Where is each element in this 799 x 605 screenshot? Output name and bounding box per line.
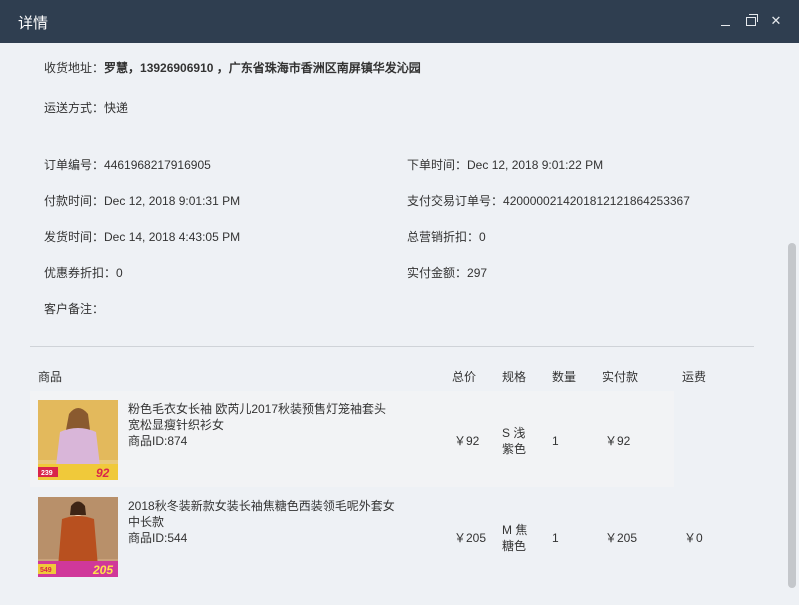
- header-product: 商品: [38, 370, 63, 384]
- product-name: 2018秋冬装新款女装长袖焦糖色西装领毛呢外套女中长款: [128, 499, 395, 529]
- coupon-discount-label: 优惠券折扣：: [44, 266, 117, 280]
- marketing-discount-value: 0: [479, 230, 486, 244]
- close-button[interactable]: ✕: [766, 11, 786, 31]
- product-thumbnail: 549 205: [38, 497, 118, 577]
- product-total: ￥205: [454, 531, 487, 545]
- order-number-value: 4461968217916905: [104, 158, 211, 172]
- product-qty: 1: [552, 434, 559, 448]
- product-row: 549 205 2018秋冬装新款女装长袖焦糖色西装领毛呢外套女中长款 商品ID…: [30, 488, 703, 584]
- close-icon: ✕: [770, 13, 782, 28]
- product-info: 2018秋冬装新款女装长袖焦糖色西装领毛呢外套女中长款 商品ID:544: [128, 498, 398, 546]
- product-shipping: ￥0: [684, 531, 703, 545]
- product-row: 239 92 粉色毛衣女长袖 欧芮儿2017秋装预售灯笼袖套头宽松显瘦针织衫女 …: [30, 391, 674, 487]
- section-divider: [30, 346, 754, 347]
- coupon-discount-value: 0: [116, 266, 123, 280]
- trade-number-row: 支付交易订单号：4200000214201812121864253367: [407, 192, 690, 209]
- product-name: 粉色毛衣女长袖 欧芮儿2017秋装预售灯笼袖套头宽松显瘦针织衫女: [128, 402, 387, 432]
- product-spec: M 焦糖色: [502, 523, 528, 553]
- minimize-button[interactable]: [715, 11, 735, 31]
- header-paid: 实付款: [602, 370, 639, 384]
- trade-number-label: 支付交易订单号：: [407, 194, 504, 208]
- order-number-row: 订单编号：4461968217916905: [44, 156, 211, 173]
- maximize-button[interactable]: [741, 11, 761, 31]
- address-row: 收货地址：罗慧，13926906910 ，广东省珠海市香洲区南屏镇华发沁园: [44, 59, 421, 76]
- product-spec: S 浅紫色: [502, 426, 527, 456]
- product-paid: ￥92: [605, 434, 631, 448]
- address-label: 收货地址：: [44, 61, 105, 75]
- shipping-method-label: 运送方式：: [44, 101, 105, 115]
- detail-content: 收货地址：罗慧，13926906910 ，广东省珠海市香洲区南屏镇华发沁园 运送…: [0, 43, 785, 605]
- marketing-discount-row: 总营销折扣：0: [407, 228, 486, 245]
- thumb-old-price: 239: [41, 470, 53, 477]
- coupon-discount-row: 优惠券折扣：0: [44, 264, 123, 281]
- product-paid: ￥205: [605, 531, 638, 545]
- product-qty: 1: [552, 531, 559, 545]
- payment-time-row: 付款时间：Dec 12, 2018 9:01:31 PM: [44, 192, 240, 209]
- vertical-scrollbar[interactable]: [785, 43, 799, 605]
- maximize-icon: [746, 13, 758, 26]
- ship-time-value: Dec 14, 2018 4:43:05 PM: [104, 230, 241, 244]
- header-spec: 规格: [502, 370, 527, 384]
- payment-time-value: Dec 12, 2018 9:01:31 PM: [104, 194, 241, 208]
- marketing-discount-label: 总营销折扣：: [407, 230, 480, 244]
- minimize-icon: [720, 24, 730, 26]
- thumb-old-price: 549: [40, 567, 52, 574]
- header-qty: 数量: [552, 370, 577, 384]
- product-info: 粉色毛衣女长袖 欧芮儿2017秋装预售灯笼袖套头宽松显瘦针织衫女 商品ID:87…: [128, 401, 398, 449]
- header-shipping: 运费: [682, 370, 707, 384]
- product-total: ￥92: [454, 434, 480, 448]
- thumb-price: 205: [92, 563, 113, 577]
- order-time-label: 下单时间：: [407, 158, 468, 172]
- order-number-label: 订单编号：: [44, 158, 105, 172]
- order-detail-window: 详情 ✕ 收货地址：罗慧，13926906910 ，广东省珠海市香洲区南屏镇华发…: [0, 0, 799, 605]
- customer-note-label: 客户备注：: [44, 302, 105, 316]
- trade-number-value: 4200000214201812121864253367: [503, 194, 690, 208]
- thumb-price: 92: [96, 466, 110, 480]
- address-value: 罗慧，13926906910 ，广东省珠海市香洲区南屏镇华发沁园: [104, 61, 421, 75]
- customer-note-row: 客户备注：: [44, 300, 104, 317]
- payment-time-label: 付款时间：: [44, 194, 105, 208]
- product-id: 商品ID:874: [128, 434, 188, 448]
- order-time-value: Dec 12, 2018 9:01:22 PM: [467, 158, 604, 172]
- paid-amount-label: 实付金额：: [407, 266, 468, 280]
- paid-amount-value: 297: [467, 266, 488, 280]
- order-time-row: 下单时间：Dec 12, 2018 9:01:22 PM: [407, 156, 603, 173]
- ship-time-row: 发货时间：Dec 14, 2018 4:43:05 PM: [44, 228, 240, 245]
- product-thumbnail: 239 92: [38, 400, 118, 480]
- product-id: 商品ID:544: [128, 531, 188, 545]
- title-bar: 详情 ✕: [0, 0, 799, 43]
- shipping-method-row: 运送方式：快递: [44, 99, 128, 116]
- ship-time-label: 发货时间：: [44, 230, 105, 244]
- paid-amount-row: 实付金额：297: [407, 264, 487, 281]
- header-total: 总价: [452, 370, 477, 384]
- window-title: 详情: [18, 15, 49, 32]
- scrollbar-thumb[interactable]: [788, 243, 796, 588]
- shipping-method-value: 快递: [104, 101, 129, 115]
